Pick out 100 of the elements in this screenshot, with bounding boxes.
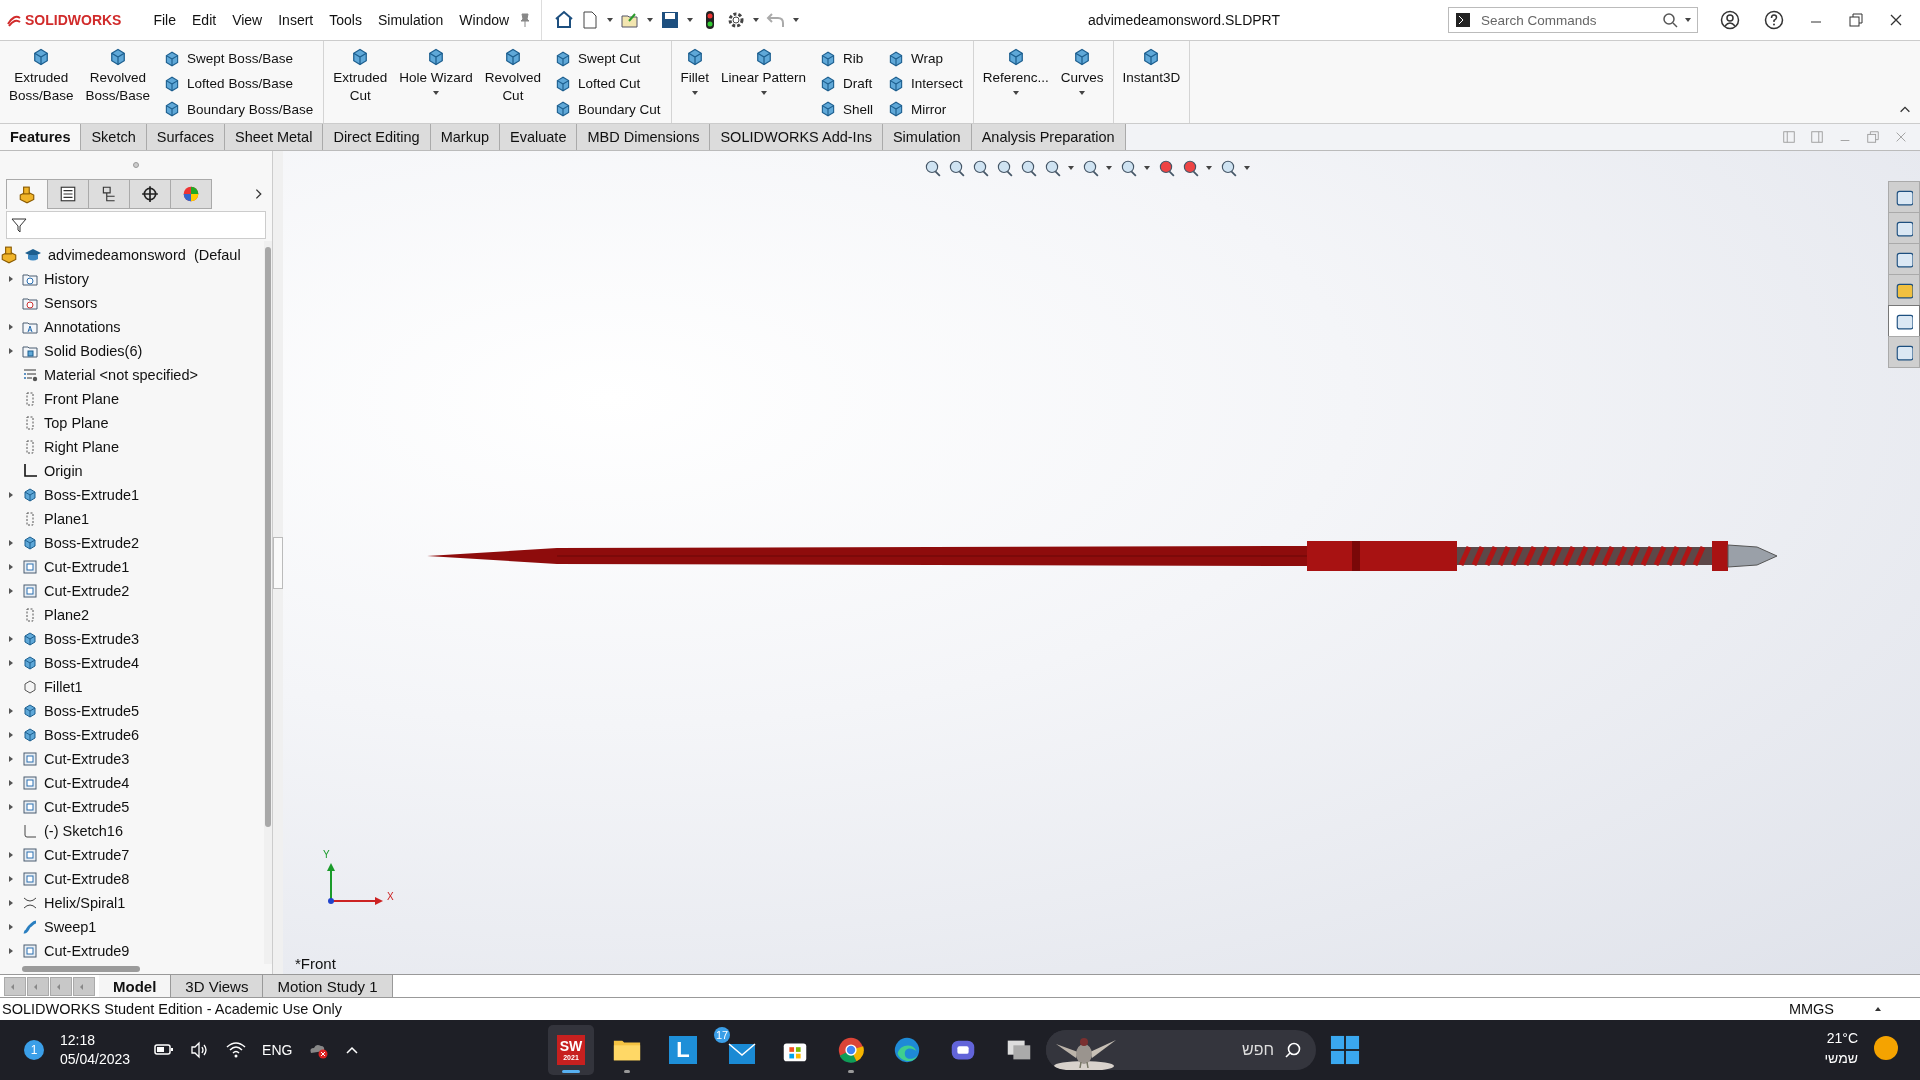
zoom-fit-icon[interactable] bbox=[923, 159, 941, 177]
ribbon-button[interactable]: Referenc... bbox=[977, 45, 1054, 123]
bottom-tab[interactable]: Model bbox=[99, 975, 172, 997]
expand-arrow-icon[interactable] bbox=[7, 755, 15, 763]
ribbon-button[interactable]: Swept Boss/Base bbox=[161, 47, 316, 71]
caret-icon[interactable] bbox=[686, 16, 695, 24]
expand-arrow-icon[interactable] bbox=[7, 899, 15, 907]
tree-item-label[interactable]: Boss-Extrude4 bbox=[44, 655, 140, 671]
tile-left-icon[interactable] bbox=[1782, 130, 1796, 144]
ribbon-button[interactable]: Instant3D bbox=[1117, 45, 1186, 123]
tree-item-label[interactable]: History bbox=[44, 271, 90, 287]
caret-icon[interactable] bbox=[1143, 164, 1151, 172]
tile-right-icon[interactable] bbox=[1810, 130, 1824, 144]
panel-tab[interactable] bbox=[129, 179, 171, 209]
ribbon-button[interactable]: Intersect bbox=[884, 72, 965, 96]
tree-item-label[interactable]: Boss-Extrude1 bbox=[44, 487, 140, 503]
task-pane-tab[interactable] bbox=[1888, 274, 1920, 306]
menu-item[interactable]: View bbox=[224, 8, 271, 32]
tree-item-label[interactable]: Cut-Extrude8 bbox=[44, 871, 130, 887]
sun-icon[interactable] bbox=[1872, 1034, 1900, 1062]
scrollbar[interactable] bbox=[264, 241, 272, 964]
caret-icon[interactable] bbox=[1243, 164, 1251, 172]
ribbon-button[interactable]: Mirror bbox=[884, 97, 965, 121]
menu-item[interactable]: Window bbox=[451, 8, 518, 32]
task-pane-tab[interactable] bbox=[1888, 336, 1920, 368]
restore-icon[interactable] bbox=[1848, 12, 1864, 28]
expand-arrow-icon[interactable] bbox=[7, 275, 15, 283]
tree-item-label[interactable]: Boss-Extrude5 bbox=[44, 703, 140, 719]
expand-arrow-icon[interactable] bbox=[7, 659, 15, 667]
tree-item-label[interactable]: Cut-Extrude1 bbox=[44, 559, 130, 575]
edge-icon[interactable] bbox=[892, 1035, 922, 1065]
tree-item-label[interactable]: Material <not specified> bbox=[44, 367, 198, 383]
tree-item-label[interactable]: Boss-Extrude6 bbox=[44, 727, 140, 743]
tree-item-label[interactable]: Fillet1 bbox=[44, 679, 83, 695]
menu-item[interactable]: Tools bbox=[321, 8, 370, 32]
mail-icon[interactable] bbox=[728, 1043, 756, 1065]
ribbon-tab[interactable]: Analysis Preparation bbox=[971, 124, 1126, 150]
ribbon-tab[interactable]: Surfaces bbox=[146, 124, 226, 150]
expand-arrow-icon[interactable] bbox=[7, 635, 15, 643]
tree-item-label[interactable]: Right Plane bbox=[44, 439, 119, 455]
task-pane-tab[interactable] bbox=[1888, 212, 1920, 244]
caret-icon[interactable] bbox=[792, 16, 801, 24]
expand-arrow-icon[interactable] bbox=[7, 947, 15, 955]
language-indicator[interactable]: ENG bbox=[262, 1042, 293, 1058]
search-box[interactable]: חפש bbox=[1046, 1030, 1316, 1070]
start-icon[interactable] bbox=[1330, 1035, 1360, 1065]
task-pane-tab[interactable] bbox=[1888, 243, 1920, 275]
dropdown-caret-icon[interactable] bbox=[1011, 89, 1020, 97]
ribbon-button[interactable]: Swept Cut bbox=[552, 47, 663, 71]
ribbon-tab[interactable]: Markup bbox=[430, 124, 500, 150]
expand-arrow-icon[interactable] bbox=[7, 803, 15, 811]
close-icon[interactable] bbox=[1888, 12, 1904, 28]
expand-arrow-icon[interactable] bbox=[7, 875, 15, 883]
ribbon-button[interactable]: Revolved Boss/Base bbox=[80, 45, 156, 123]
tree-item-label[interactable]: Boss-Extrude3 bbox=[44, 631, 140, 647]
menu-item[interactable]: Simulation bbox=[369, 8, 452, 32]
ribbon-button[interactable]: Fillet bbox=[675, 45, 715, 123]
ribbon-button[interactable]: Extruded Cut bbox=[328, 45, 393, 123]
app-icon[interactable]: L bbox=[669, 1036, 697, 1064]
tree-item-label[interactable]: Cut-Extrude2 bbox=[44, 583, 130, 599]
menu-item[interactable]: Edit bbox=[184, 8, 225, 32]
dropdown-caret-icon[interactable] bbox=[1078, 89, 1087, 97]
clock[interactable]: 12:18 05/04/2023 bbox=[60, 1031, 131, 1069]
user-icon[interactable] bbox=[1720, 10, 1740, 30]
ribbon-tab[interactable]: MBD Dimensions bbox=[577, 124, 711, 150]
units-label[interactable]: MMGS bbox=[1788, 1001, 1834, 1017]
caret-icon[interactable] bbox=[646, 16, 655, 24]
search-field[interactable]: Search Commands bbox=[1448, 7, 1698, 33]
tree-item-label[interactable]: Cut-Extrude5 bbox=[44, 799, 130, 815]
expand-arrow-icon[interactable] bbox=[7, 851, 15, 859]
ribbon-button[interactable]: Curves bbox=[1055, 45, 1109, 123]
tree-item-label[interactable]: Cut-Extrude9 bbox=[44, 943, 130, 959]
ribbon-tab[interactable]: SOLIDWORKS Add-Ins bbox=[710, 124, 883, 150]
expand-arrow-icon[interactable] bbox=[7, 563, 15, 571]
bottom-tab[interactable]: Motion Study 1 bbox=[263, 975, 393, 997]
caret-icon[interactable] bbox=[1067, 164, 1075, 172]
ribbon-button[interactable]: Rib bbox=[816, 47, 875, 71]
tree-item-label[interactable]: Plane1 bbox=[44, 511, 90, 527]
expand-arrow-icon[interactable] bbox=[7, 731, 15, 739]
temperature[interactable]: 21°C bbox=[1826, 1028, 1858, 1048]
tree-item-label[interactable]: Boss-Extrude2 bbox=[44, 535, 140, 551]
panel-tab[interactable] bbox=[88, 179, 130, 209]
ribbon-tab[interactable]: Features bbox=[0, 124, 82, 150]
menu-item[interactable]: File bbox=[145, 8, 184, 32]
ribbon-button[interactable]: Linear Pattern bbox=[716, 45, 811, 123]
up-caret-icon[interactable] bbox=[1874, 1005, 1882, 1013]
expand-arrow-icon[interactable] bbox=[7, 779, 15, 787]
expand-arrow-icon[interactable] bbox=[7, 323, 15, 331]
ribbon-tab[interactable]: Simulation bbox=[882, 124, 972, 150]
ribbon-button[interactable]: Boundary Cut bbox=[552, 97, 663, 121]
tree-item-label[interactable]: advimedeamonsword (Defaul bbox=[48, 247, 241, 263]
ribbon-button[interactable]: Wrap bbox=[884, 47, 965, 71]
expand-arrow-icon[interactable] bbox=[7, 539, 15, 547]
tree-item-label[interactable]: Sweep1 bbox=[44, 919, 97, 935]
scrollbar-thumb[interactable] bbox=[22, 966, 140, 972]
caret-icon[interactable] bbox=[606, 16, 615, 24]
zoom-area-icon[interactable] bbox=[947, 159, 965, 177]
ribbon-button[interactable]: Draft bbox=[816, 72, 875, 96]
tree-item-label[interactable]: (-) Sketch16 bbox=[44, 823, 123, 839]
tree-item-label[interactable]: Sensors bbox=[44, 295, 98, 311]
